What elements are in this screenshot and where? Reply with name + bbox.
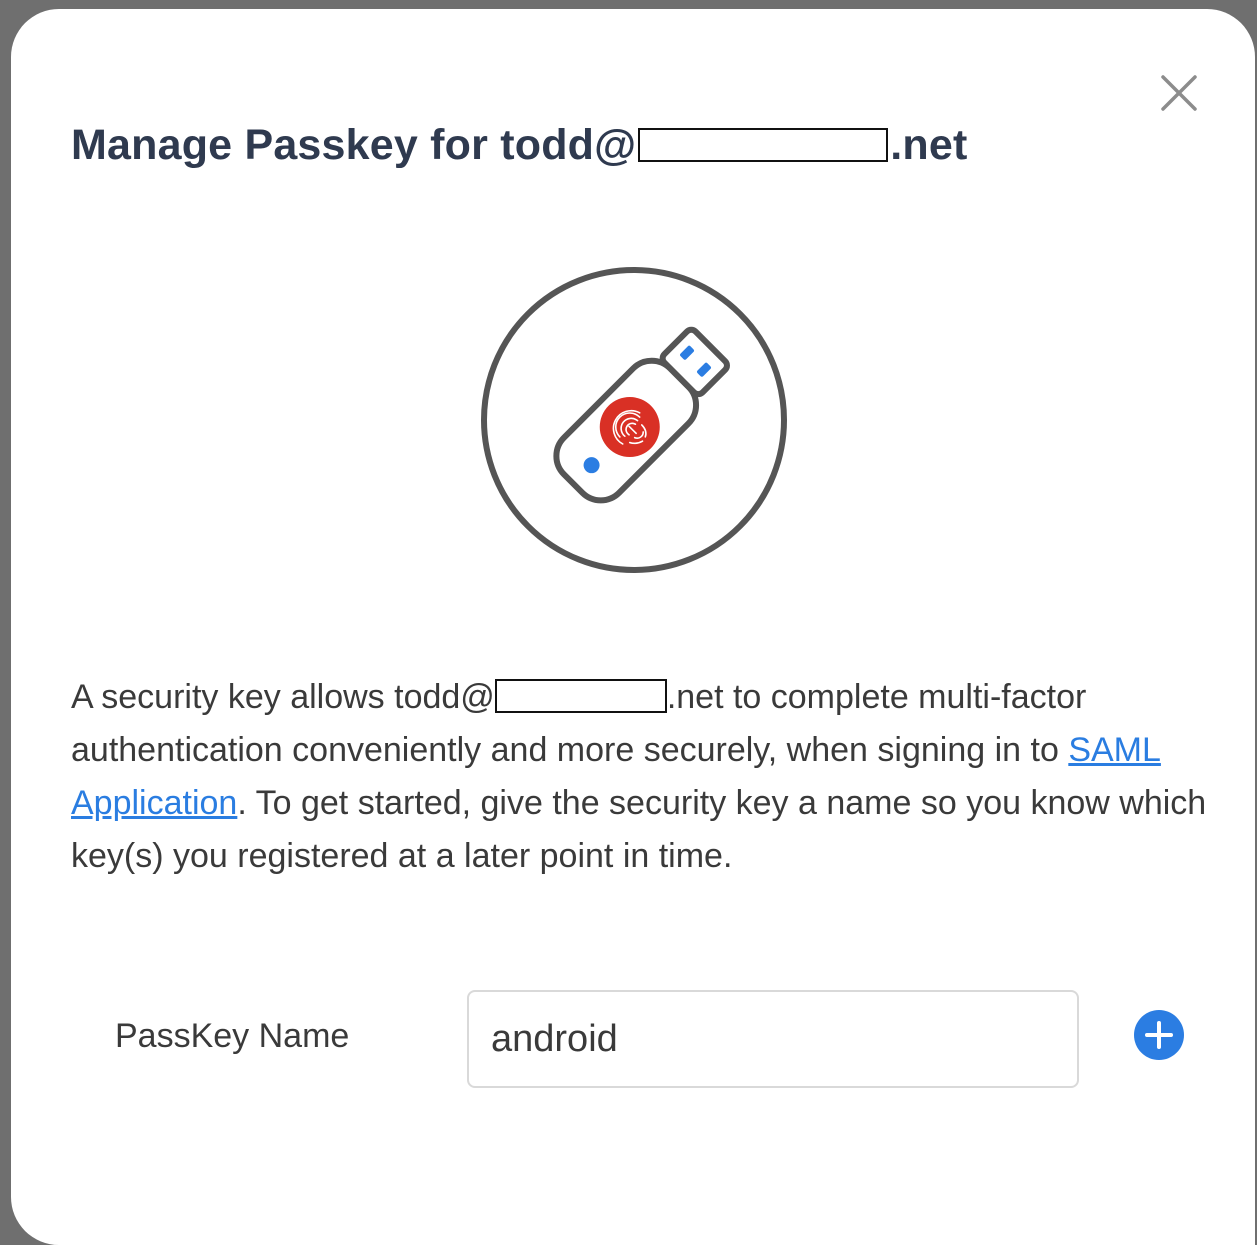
redacted-domain [638,127,889,162]
title-suffix: .net [890,121,968,169]
dialog-title: Manage Passkey for todd@ .net [71,121,968,170]
usb-security-key-fingerprint-icon [481,267,787,573]
description-part-3: . To get started, give the security key … [71,784,1207,875]
description-text: A security key allows todd@ .net to compl… [71,671,1211,883]
security-key-illustration [481,267,787,573]
title-prefix: Manage Passkey for todd@ [71,121,637,169]
passkey-name-label: PassKey Name [115,1017,350,1055]
description-part-1: A security key allows todd@ [71,678,495,716]
add-passkey-button[interactable] [1134,1010,1184,1060]
passkey-name-input[interactable] [467,990,1079,1088]
close-icon [1161,75,1197,111]
close-button[interactable] [1159,73,1199,113]
redacted-domain [494,679,667,714]
manage-passkey-dialog: Manage Passkey for todd@ .net A security… [11,9,1255,1245]
plus-circle-icon [1145,1021,1173,1049]
